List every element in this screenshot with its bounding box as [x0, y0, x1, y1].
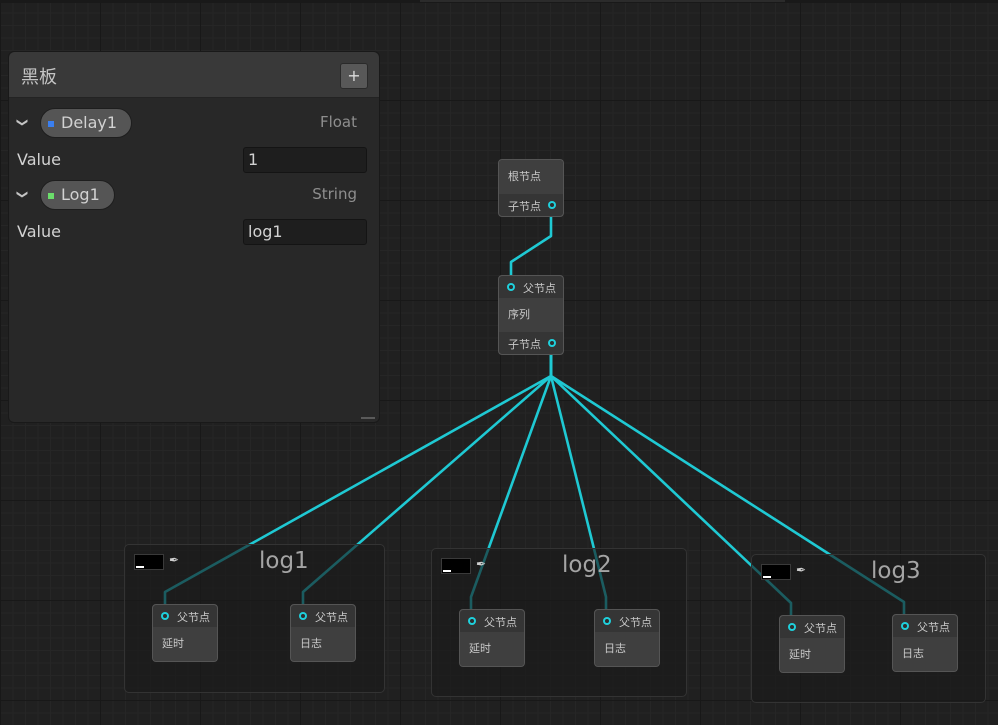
child-port[interactable]: 子节点 — [499, 194, 563, 216]
port-circle-icon[interactable] — [548, 339, 556, 347]
child-port[interactable]: 子节点 — [499, 332, 563, 354]
port-label: 父节点 — [484, 616, 517, 629]
value-label: Value — [17, 150, 61, 169]
eyedropper-icon[interactable]: ✒ — [169, 553, 179, 567]
variable-pill-delay1[interactable]: Delay1 — [40, 108, 133, 138]
chevron-down-icon[interactable]: ❯ — [16, 118, 29, 127]
port-circle-icon[interactable] — [161, 612, 169, 620]
port-circle-icon[interactable] — [548, 201, 556, 209]
top-toolbar-strip — [0, 0, 998, 3]
delay-node-log2[interactable]: 父节点 延时 — [459, 609, 525, 667]
group-title[interactable]: log1 — [259, 548, 309, 574]
eyedropper-icon[interactable]: ✒ — [476, 557, 486, 571]
port-label: 父节点 — [523, 282, 556, 295]
resize-handle[interactable] — [361, 417, 375, 419]
port-circle-icon[interactable] — [468, 617, 476, 625]
log-node-log1[interactable]: 父节点 日志 — [290, 604, 356, 662]
root-node[interactable]: 根节点 子节点 — [498, 159, 564, 217]
blackboard-title: 黑板 — [21, 67, 57, 88]
node-title: 日志 — [291, 627, 355, 661]
port-circle-icon[interactable] — [299, 612, 307, 620]
parent-port[interactable]: 父节点 — [499, 276, 563, 298]
variable-row-delay1: ❯ Delay1 Float — [9, 105, 379, 141]
port-label: 父节点 — [619, 616, 652, 629]
port-label: 父节点 — [917, 621, 950, 634]
value-input-delay1[interactable]: 1 — [243, 147, 367, 173]
node-title: 延时 — [780, 638, 844, 672]
blackboard-header: 黑板 + — [9, 52, 379, 98]
group-color-swatch[interactable] — [441, 558, 471, 574]
parent-port[interactable]: 父节点 — [153, 605, 217, 627]
node-title: 延时 — [460, 632, 524, 666]
port-label: 父节点 — [315, 611, 348, 624]
value-input-log1[interactable]: log1 — [243, 219, 367, 245]
port-circle-icon[interactable] — [507, 283, 515, 291]
float-type-icon — [48, 121, 54, 127]
parent-port[interactable]: 父节点 — [291, 605, 355, 627]
variable-name: Log1 — [61, 185, 100, 204]
variable-type: Float — [319, 113, 357, 131]
log-node-log3[interactable]: 父节点 日志 — [892, 614, 958, 672]
group-color-swatch[interactable] — [761, 564, 791, 580]
port-label: 父节点 — [804, 622, 837, 635]
port-circle-icon[interactable] — [788, 623, 796, 631]
port-label: 子节点 — [508, 200, 541, 213]
variable-value-row-log1: Value log1 — [9, 216, 379, 252]
delay-node-log3[interactable]: 父节点 延时 — [779, 615, 845, 673]
variable-name: Delay1 — [61, 113, 118, 132]
blackboard-panel: 黑板 + ❯ Delay1 Float Value 1 ❯ Log1 Strin… — [8, 51, 380, 423]
variable-pill-log1[interactable]: Log1 — [40, 180, 115, 210]
value-label: Value — [17, 222, 61, 241]
variable-row-log1: ❯ Log1 String — [9, 177, 379, 213]
group-title[interactable]: log3 — [871, 558, 921, 584]
node-title: 日志 — [595, 632, 659, 666]
group-color-swatch[interactable] — [134, 554, 164, 570]
group-title[interactable]: log2 — [562, 552, 612, 578]
chevron-down-icon[interactable]: ❯ — [16, 190, 29, 199]
parent-port[interactable]: 父节点 — [893, 615, 957, 637]
add-variable-button[interactable]: + — [340, 63, 368, 89]
node-title: 序列 — [499, 298, 563, 332]
log-node-log2[interactable]: 父节点 日志 — [594, 609, 660, 667]
port-label: 子节点 — [508, 338, 541, 351]
variable-type: String — [312, 185, 357, 203]
eyedropper-icon[interactable]: ✒ — [796, 563, 806, 577]
node-title: 延时 — [153, 627, 217, 661]
sequence-node[interactable]: 父节点 序列 子节点 — [498, 275, 564, 355]
port-label: 父节点 — [177, 611, 210, 624]
variable-value-row-delay1: Value 1 — [9, 144, 379, 180]
string-type-icon — [48, 193, 54, 199]
parent-port[interactable]: 父节点 — [780, 616, 844, 638]
node-title: 根节点 — [499, 160, 563, 194]
delay-node-log1[interactable]: 父节点 延时 — [152, 604, 218, 662]
parent-port[interactable]: 父节点 — [595, 610, 659, 632]
port-circle-icon[interactable] — [901, 622, 909, 630]
node-title: 日志 — [893, 637, 957, 671]
port-circle-icon[interactable] — [603, 617, 611, 625]
toolbar-segment — [420, 0, 785, 2]
parent-port[interactable]: 父节点 — [460, 610, 524, 632]
